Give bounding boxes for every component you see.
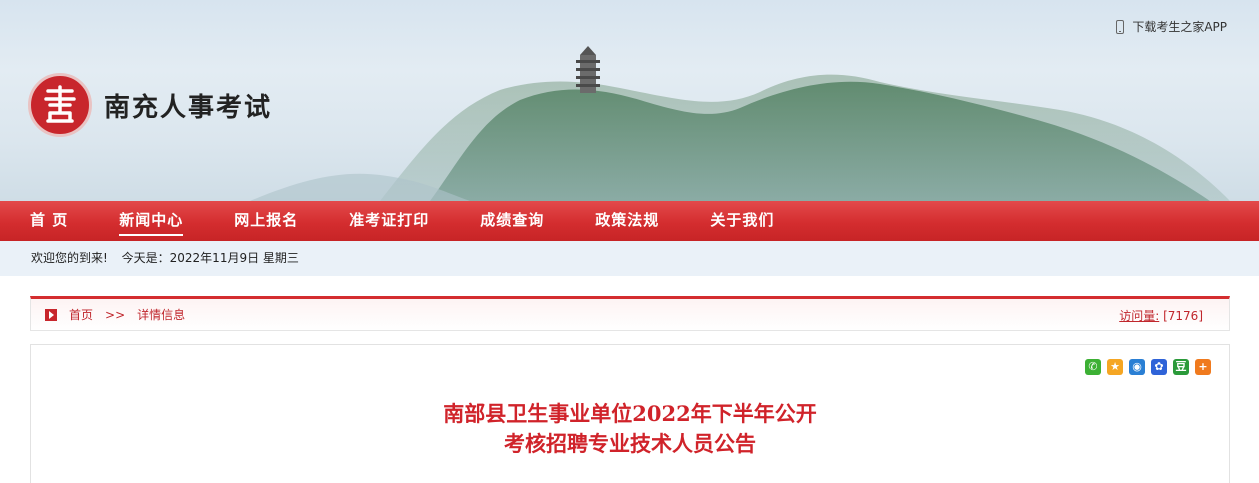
download-app-link[interactable]: 下载考生之家APP xyxy=(1116,18,1227,35)
breadcrumb-current: 详情信息 xyxy=(137,308,186,322)
visit-counter-label: 访问量: xyxy=(1119,309,1160,323)
more-share-icon[interactable]: + xyxy=(1195,359,1211,375)
douban-share-icon[interactable]: 豆 xyxy=(1173,359,1189,375)
nav-home[interactable]: 首 页 xyxy=(30,201,68,241)
pagoda-icon xyxy=(576,46,600,93)
site-logo[interactable]: 南充人事考试 xyxy=(28,73,272,137)
header-banner: 南充人事考试 下载考生之家APP xyxy=(0,0,1259,201)
breadcrumb-separator: >> xyxy=(105,307,126,322)
nav-score-query[interactable]: 成绩查询 xyxy=(480,201,544,241)
visit-counter-value: [7176] xyxy=(1163,309,1203,323)
welcome-bar: 欢迎您的到来! 今天是：2022年11月9日 星期三 xyxy=(0,241,1259,276)
site-name: 南充人事考试 xyxy=(104,92,273,123)
welcome-greeting: 欢迎您的到来! xyxy=(31,251,108,265)
share-toolbar: ✆ ★ ◉ ✿ 豆 + xyxy=(1079,359,1211,375)
logo-seal-icon xyxy=(28,73,92,137)
article-title-line2: 考核招聘专业技术人员公告 xyxy=(504,431,756,456)
breadcrumb: 首页 >> 详情信息 访问量: [7176] xyxy=(30,296,1230,331)
article-title-line1: 南部县卫生事业单位2022年下半年公开 xyxy=(443,401,817,426)
baidu-share-icon[interactable]: ✿ xyxy=(1151,359,1167,375)
play-arrow-icon xyxy=(45,308,57,321)
breadcrumb-home[interactable]: 首页 xyxy=(69,306,93,323)
qzone-share-icon[interactable]: ★ xyxy=(1107,359,1123,375)
mobile-phone-icon xyxy=(1116,19,1125,34)
nav-about-us[interactable]: 关于我们 xyxy=(710,201,774,241)
nav-online-registration[interactable]: 网上报名 xyxy=(234,201,298,241)
today-date: 今天是：2022年11月9日 星期三 xyxy=(121,251,299,265)
nav-news-center[interactable]: 新闻中心 xyxy=(119,201,184,241)
nav-admission-ticket[interactable]: 准考证打印 xyxy=(349,201,429,241)
nav-policies[interactable]: 政策法规 xyxy=(595,201,659,241)
article-title: 南部县卫生事业单位2022年下半年公开 考核招聘专业技术人员公告 xyxy=(31,399,1229,459)
article-panel: ✆ ★ ◉ ✿ 豆 + 南部县卫生事业单位2022年下半年公开 考核招聘专业技术… xyxy=(30,344,1230,483)
main-nav: 首 页 新闻中心 网上报名 准考证打印 成绩查询 政策法规 关于我们 xyxy=(0,201,1259,241)
visit-counter: 访问量: [7176] xyxy=(1119,307,1203,324)
download-app-label: 下载考生之家APP xyxy=(1132,20,1227,34)
qq-share-icon[interactable]: ◉ xyxy=(1129,359,1145,375)
wechat-share-icon[interactable]: ✆ xyxy=(1085,359,1101,375)
